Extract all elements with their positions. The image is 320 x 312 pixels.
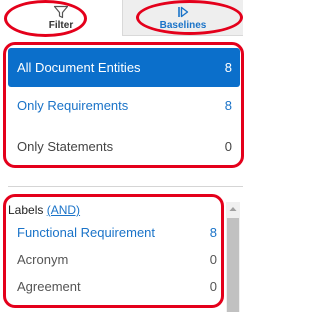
tab-baselines-label: Baselines: [159, 20, 207, 31]
label-item-name: Acronym: [17, 251, 69, 267]
label-item-count: 8: [209, 224, 217, 240]
tab-filter-label: Filter: [48, 20, 74, 31]
label-item-count: 0: [209, 278, 217, 294]
label-item-acronym[interactable]: Acronym 0: [17, 249, 217, 269]
label-item-count: 0: [209, 251, 217, 267]
label-item-agreement[interactable]: Agreement 0: [17, 276, 217, 296]
option-count: 0: [224, 139, 232, 154]
option-only-statements[interactable]: Only Statements 0: [8, 127, 240, 166]
filter-panel: Filter Baselines All Document Entities 8…: [0, 0, 255, 312]
label-item-name: Agreement: [17, 278, 81, 294]
option-count: 8: [224, 60, 232, 75]
scroll-up-arrow-icon[interactable]: [226, 202, 240, 216]
label-item-name: Functional Requirement: [17, 224, 156, 240]
option-label: Only Statements: [17, 139, 114, 154]
option-count: 8: [224, 98, 232, 113]
labels-header: Labels (AND): [8, 203, 80, 217]
labels-mode-link[interactable]: (AND): [47, 203, 80, 217]
filter-icon: [53, 5, 69, 19]
baselines-icon: [178, 6, 189, 18]
section-divider: [8, 186, 243, 187]
option-all-document-entities[interactable]: All Document Entities 8: [8, 48, 240, 87]
tab-filter[interactable]: Filter: [0, 0, 123, 36]
label-item-functional-requirement[interactable]: Functional Requirement 8: [17, 222, 217, 242]
tab-baselines[interactable]: Baselines: [123, 0, 243, 36]
option-label: All Document Entities: [17, 60, 141, 75]
option-only-requirements[interactable]: Only Requirements 8: [8, 86, 240, 125]
option-label: Only Requirements: [17, 98, 129, 113]
scrollbar-thumb[interactable]: [227, 218, 239, 312]
labels-title: Labels: [8, 203, 44, 217]
